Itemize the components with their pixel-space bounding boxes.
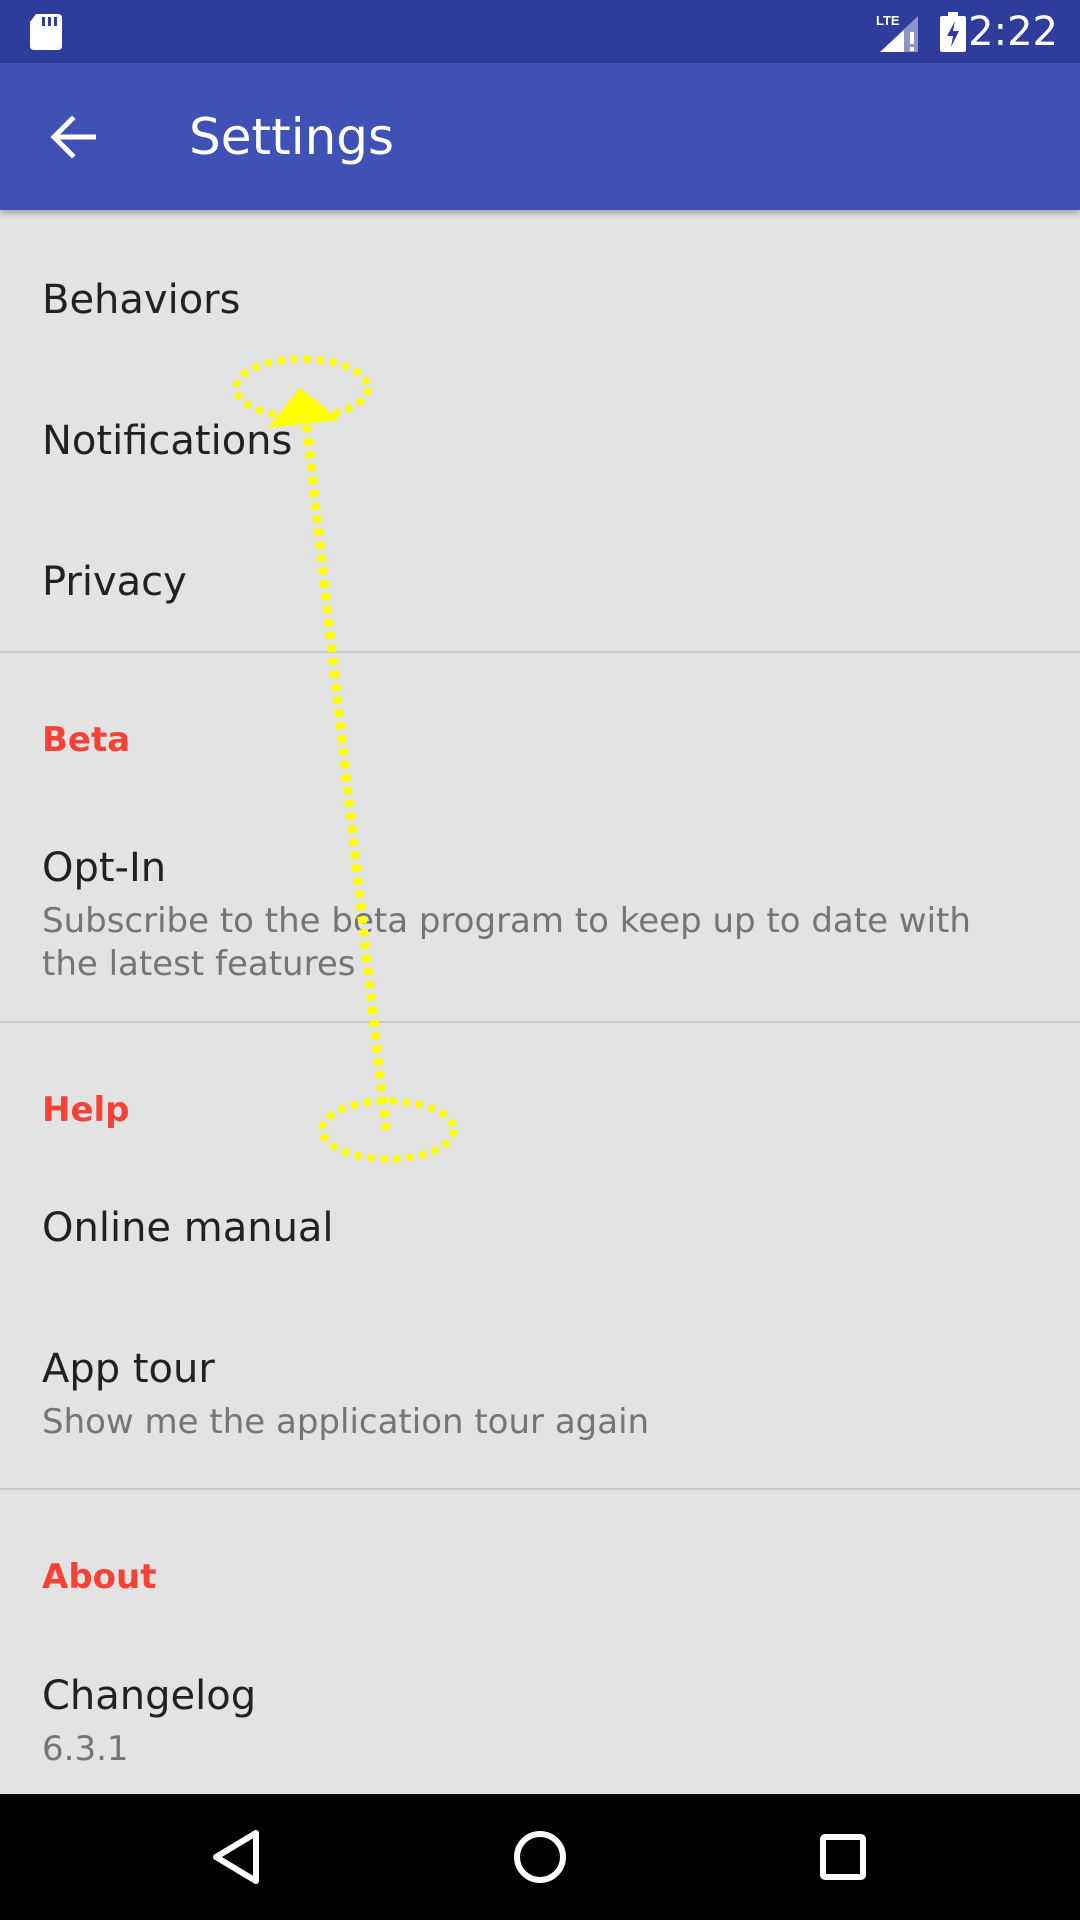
section-header-help: Help [42,1090,130,1130]
pref-changelog[interactable]: Changelog 6.3.1 [0,1628,1080,1794]
nav-home-button[interactable] [497,1814,583,1900]
pref-behaviors[interactable]: Behaviors [0,210,1080,351]
gesture-start-ellipse [318,1097,458,1163]
navigation-bar [0,1794,1080,1920]
pref-title: Privacy [42,559,187,605]
status-bar: LTE 2:22 [0,0,1080,63]
app-bar: Settings [0,63,1080,210]
pref-opt-in[interactable]: Opt-In Subscribe to the beta program to … [0,800,1080,1000]
pref-title: Online manual [42,1205,334,1251]
lte-signal-icon: LTE [876,13,918,52]
back-button[interactable] [30,99,116,175]
arrow-back-icon [50,115,96,159]
nav-back-button[interactable] [194,1814,280,1900]
pref-title: Notifications [42,418,293,464]
pref-online-manual[interactable]: Online manual [0,1160,1080,1301]
pref-summary: Show me the application tour again [42,1402,650,1442]
pref-title: App tour [42,1346,215,1392]
pref-title: Behaviors [42,277,241,323]
page-title: Settings [189,108,395,166]
pref-title: Changelog [42,1673,257,1719]
pref-summary: 6.3.1 [42,1729,129,1769]
divider [0,1488,1080,1490]
pref-notifications[interactable]: Notifications [0,351,1080,492]
pref-privacy[interactable]: Privacy [0,492,1080,633]
pref-title: Opt-In [42,845,167,891]
lte-label: LTE [876,13,900,28]
divider [0,651,1080,653]
back-triangle-icon [213,1830,259,1884]
section-header-beta: Beta [42,720,131,760]
home-circle-icon [514,1831,566,1883]
divider [0,1021,1080,1023]
pref-app-tour[interactable]: App tour Show me the application tour ag… [0,1301,1080,1481]
section-header-about: About [42,1557,157,1597]
recents-square-icon [820,1834,866,1880]
battery-charging-icon [940,12,966,52]
status-time: 2:22 [968,9,1058,55]
pref-summary: Subscribe to the beta program to keep up… [42,901,971,984]
nav-recents-button[interactable] [800,1814,886,1900]
sd-card-icon [30,14,62,50]
